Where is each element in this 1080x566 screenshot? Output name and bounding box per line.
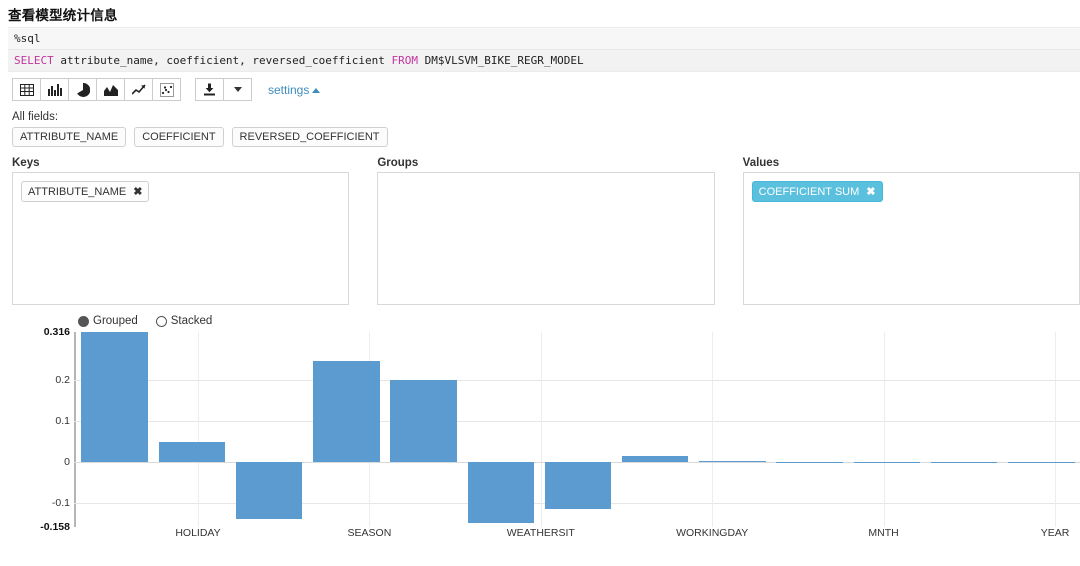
x-axis-tick-label: MNTH: [868, 527, 899, 540]
x-gridline: [1055, 332, 1056, 528]
bar-chart-plot: 0.316 0.2 0.1 0 -0.1 -0.158: [0, 326, 1080, 533]
pie-chart-icon-button[interactable]: [68, 78, 97, 102]
y-axis-line: [74, 332, 76, 528]
sql-code-block[interactable]: %sql SELECT attribute_name, coefficient,…: [8, 27, 1080, 73]
sql-keyword: FROM: [391, 54, 419, 68]
chart-bar[interactable]: [81, 332, 148, 463]
chart-mode-option-grouped[interactable]: Grouped: [78, 315, 138, 327]
drop-zone-box[interactable]: ATTRIBUTE_NAME ✖: [12, 172, 350, 306]
sql-text: DM$VLSVM_BIKE_REGR_MODEL: [418, 54, 584, 68]
chart-bar[interactable]: [776, 461, 843, 463]
download-icon: [203, 83, 216, 96]
chart-mode-radio-group: Grouped Stacked: [78, 315, 212, 327]
y-axis-tick-label: 0: [64, 456, 70, 469]
drop-zone-label: Keys: [12, 157, 40, 170]
chart-bar[interactable]: [699, 461, 766, 463]
y-gridline: [74, 420, 1080, 422]
page-title: 查看模型统计信息: [8, 8, 118, 23]
x-axis-tick-label: WORKINGDAY: [676, 527, 749, 540]
zone-chip-label: ATTRIBUTE_NAME: [28, 185, 127, 198]
chart-bar[interactable]: [390, 379, 457, 463]
y-axis-tick-label: -0.1: [51, 497, 70, 510]
remove-chip-icon[interactable]: ✖: [133, 185, 142, 198]
chart-bar[interactable]: [544, 462, 612, 509]
drop-zone-label: Values: [742, 157, 780, 170]
radio-button[interactable]: [155, 315, 167, 327]
chart-container: Grouped Stacked 0.316 0.2 0.1 0 -0.1 -0.158 HO…: [0, 315, 1080, 555]
chart-mode-option-stacked[interactable]: Stacked: [155, 315, 213, 328]
download-button-group: [195, 78, 252, 102]
chart-bar[interactable]: [1008, 461, 1075, 463]
chart-bar[interactable]: [313, 361, 380, 463]
drop-zone-box[interactable]: COEFFICIENT SUM ✖: [742, 172, 1080, 306]
radio-label: Stacked: [170, 315, 213, 328]
sql-text: attribute_name, coefficient, reversed_co…: [53, 54, 392, 68]
visualization-toolbar: settings: [0, 72, 1080, 105]
drop-zone-box[interactable]: [377, 172, 715, 306]
chevron-down-icon: [233, 87, 242, 93]
x-axis-tick-label: HOLIDAY: [175, 527, 221, 540]
zone-chip[interactable]: COEFFICIENT SUM ✖: [751, 181, 883, 203]
chart-bar[interactable]: [853, 461, 921, 463]
drop-zone-keys[interactable]: Keys ATTRIBUTE_NAME ✖: [12, 157, 350, 306]
scatter-chart-icon-button[interactable]: [152, 78, 181, 102]
drop-zone-groups[interactable]: Groups: [377, 157, 715, 306]
sql-keyword: SELECT: [14, 54, 54, 68]
x-axis-tick-label: YEAR: [1040, 527, 1070, 540]
x-gridline: [712, 332, 714, 528]
zone-chip[interactable]: ATTRIBUTE_NAME ✖: [21, 181, 150, 203]
pivot-drop-zones: Keys ATTRIBUTE_NAME ✖ Groups Values COEFFICIE…: [0, 147, 1080, 306]
x-gridline: [540, 332, 542, 528]
x-gridline: [198, 332, 199, 528]
bar-chart-icon-button[interactable]: [40, 78, 69, 102]
all-fields-label: All fields:: [12, 111, 59, 124]
pie-chart-icon: [76, 82, 90, 97]
chart-bar[interactable]: [622, 455, 689, 463]
table-icon-button[interactable]: [12, 78, 41, 102]
radio-button[interactable]: [78, 315, 89, 327]
scatter-chart-icon: [159, 82, 174, 97]
y-axis-tick-label: 0.2: [55, 373, 70, 386]
drop-zone-label: Groups: [377, 157, 419, 170]
y-axis-tick-label: 0.316: [43, 326, 70, 339]
chart-bar[interactable]: [158, 441, 226, 463]
area-chart-icon-button[interactable]: [96, 78, 125, 102]
x-axis-labels: HOLIDAY SEASON WEATHERSIT WORKINGDAY MNTH YEA…: [0, 527, 1080, 547]
zone-chip-label: COEFFICIENT SUM: [758, 185, 860, 198]
all-fields-chip-row: ATTRIBUTE_NAME COEFFICIENT REVERSED_COEFFI…: [0, 125, 1080, 148]
download-button[interactable]: [195, 78, 224, 102]
remove-chip-icon[interactable]: ✖: [866, 185, 875, 198]
interpreter-line: %sql: [8, 28, 1080, 50]
line-chart-icon-button[interactable]: [124, 78, 153, 102]
field-chip[interactable]: ATTRIBUTE_NAME: [12, 127, 127, 148]
chart-bar[interactable]: [467, 462, 534, 523]
chart-bar[interactable]: [930, 461, 998, 463]
download-dropdown-button[interactable]: [223, 78, 252, 102]
line-chart-icon: [131, 83, 146, 97]
y-gridline: [74, 379, 1080, 381]
chart-bar[interactable]: [235, 462, 303, 520]
area-chart-icon: [103, 83, 118, 97]
x-gridline: [883, 332, 885, 528]
x-axis-tick-label: SEASON: [347, 527, 392, 540]
field-chip[interactable]: REVERSED_COEFFICIENT: [231, 127, 388, 148]
settings-label: settings: [268, 82, 310, 97]
settings-toggle[interactable]: settings: [268, 82, 321, 97]
y-axis-tick-label: 0.1: [55, 414, 70, 427]
drop-zone-values[interactable]: Values COEFFICIENT SUM ✖: [742, 157, 1080, 306]
table-icon: [19, 83, 34, 97]
radio-label: Grouped: [93, 315, 138, 328]
chart-type-button-group: [12, 78, 181, 102]
caret-up-icon: [312, 87, 321, 93]
field-chip[interactable]: COEFFICIENT: [134, 127, 224, 148]
x-axis-tick-label: WEATHERSIT: [506, 527, 575, 540]
bar-chart-icon: [47, 83, 62, 97]
sql-statement-line: SELECT attribute_name, coefficient, reve…: [8, 49, 1080, 72]
